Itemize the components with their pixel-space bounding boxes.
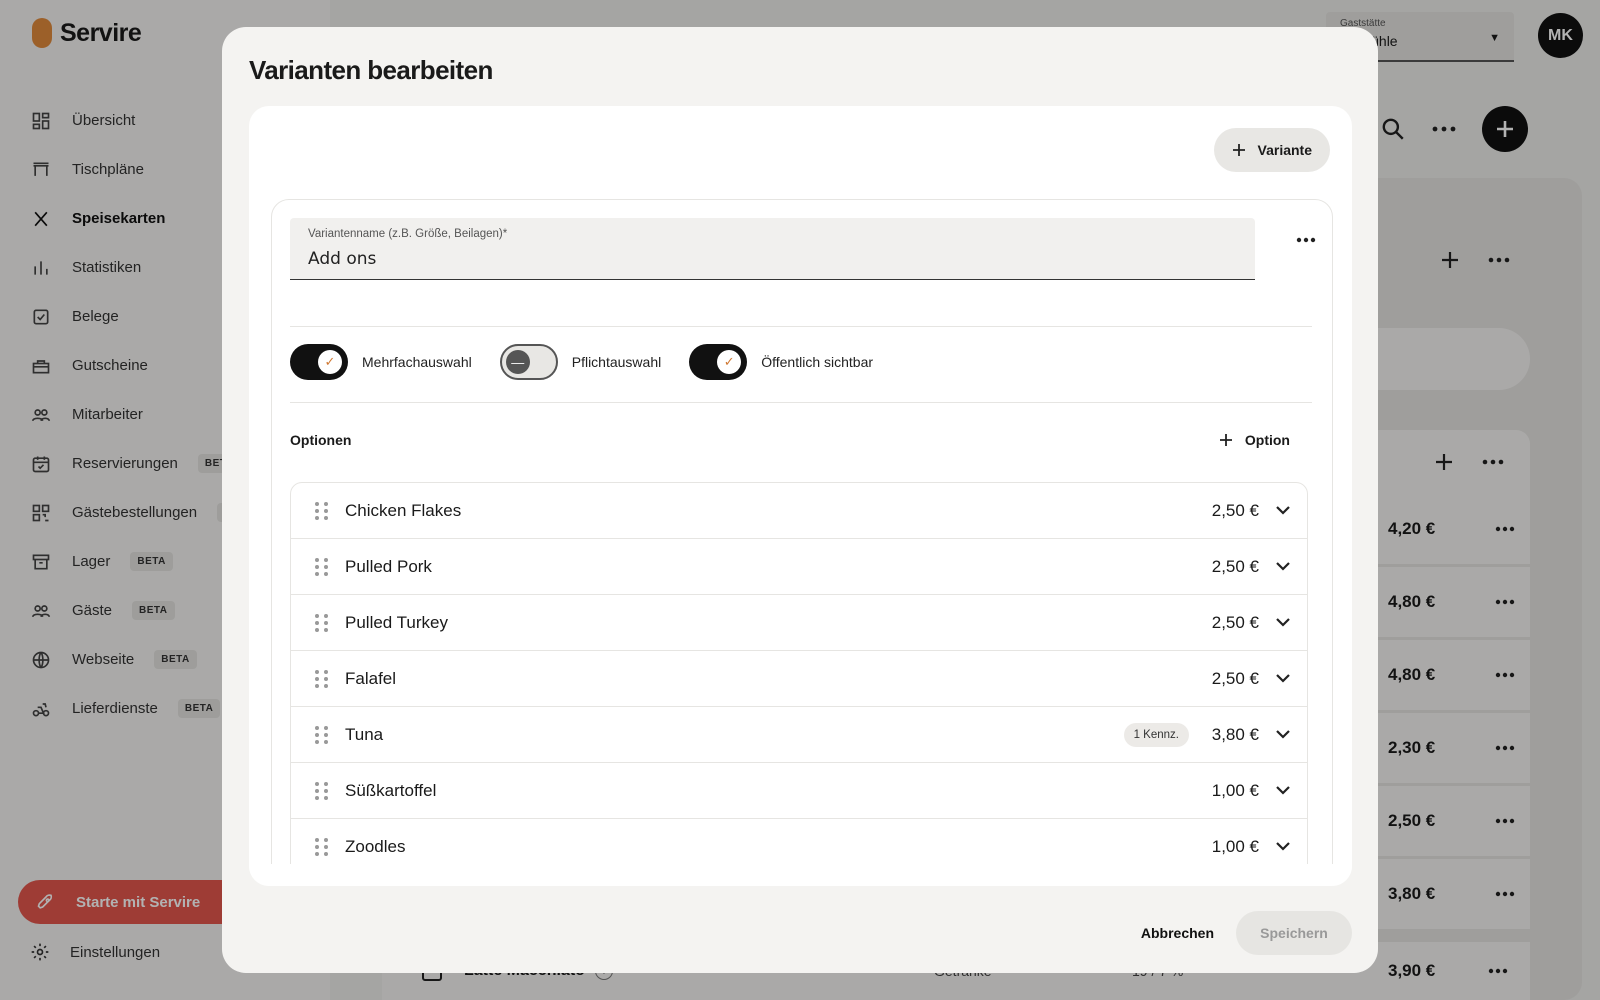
option-row[interactable]: Chicken Flakes 2,50 €: [291, 483, 1307, 539]
option-row[interactable]: Falafel 2,50 €: [291, 651, 1307, 707]
chevron-down-icon[interactable]: [1273, 557, 1293, 577]
chevron-down-icon[interactable]: [1273, 725, 1293, 745]
option-name: Pulled Pork: [345, 556, 432, 576]
options-header: Optionen Option: [290, 432, 1290, 448]
plus-icon: [1219, 434, 1232, 446]
chevron-down-icon[interactable]: [1273, 669, 1293, 689]
option-price: 2,50 €: [1211, 500, 1259, 520]
variant-toggles: ✓ Mehrfachauswahl — Pflichtauswahl ✓ Öffentli…: [290, 344, 901, 380]
drag-handle-icon[interactable]: [315, 781, 329, 800]
chevron-down-icon[interactable]: [1273, 837, 1293, 857]
option-name: Süßkartoffel: [345, 780, 437, 800]
more-horizontal-icon[interactable]: [1296, 236, 1316, 244]
toggle-label: Mehrfachauswahl: [362, 354, 472, 370]
variant-card: Variantenname (z.B. Größe, Beilagen)* Ad…: [271, 199, 1333, 886]
option-name: Zoodles: [345, 836, 406, 856]
drag-handle-icon[interactable]: [315, 725, 329, 744]
add-option-button[interactable]: Option: [1219, 432, 1290, 448]
dialog-body: Variante Variantenname (z.B. Größe, Beil…: [249, 106, 1352, 886]
toggle-label: Pflichtauswahl: [571, 354, 662, 370]
toggle-öffentlich-sichtbar: ✓ Öffentlich sichtbar: [689, 344, 873, 380]
option-price: 1,00 €: [1211, 836, 1259, 856]
option-price: 2,50 €: [1211, 668, 1259, 688]
options-title: Optionen: [290, 432, 352, 448]
option-name: Chicken Flakes: [345, 500, 462, 520]
toggle-pflichtauswahl: — Pflichtauswahl: [499, 344, 662, 380]
add-variant-button[interactable]: Variante: [1213, 128, 1330, 172]
option-badge: 1 Kennz.: [1123, 722, 1189, 747]
option-row[interactable]: Pulled Pork 2,50 €: [291, 539, 1307, 595]
toggle-switch[interactable]: ✓: [290, 344, 348, 380]
add-variant-label: Variante: [1257, 142, 1312, 158]
add-option-label: Option: [1244, 432, 1290, 448]
variant-name-field[interactable]: Variantenname (z.B. Größe, Beilagen)* Ad…: [290, 218, 1255, 280]
check-icon: ✓: [717, 350, 742, 374]
toggle-switch[interactable]: —: [499, 344, 558, 380]
toggle-switch[interactable]: ✓: [689, 344, 748, 380]
option-name: Pulled Turkey: [345, 612, 448, 632]
chevron-down-icon[interactable]: [1273, 781, 1293, 801]
variant-name-label: Variantenname (z.B. Größe, Beilagen)*: [308, 228, 508, 240]
divider: [290, 326, 1312, 327]
chevron-down-icon[interactable]: [1273, 613, 1293, 633]
dialog-title: Varianten bearbeiten: [249, 55, 493, 85]
option-row[interactable]: Pulled Turkey 2,50 €: [291, 595, 1307, 651]
variant-name-input[interactable]: Add ons: [308, 249, 1237, 269]
drag-handle-icon[interactable]: [315, 501, 329, 520]
option-name: Tuna: [345, 724, 384, 744]
option-price: 1,00 €: [1211, 780, 1259, 800]
options-list: Chicken Flakes 2,50 € Pulled Pork 2,50 € Pul…: [290, 482, 1308, 876]
plus-icon: [1232, 144, 1245, 156]
dialog-footer: Abbrechen Speichern: [1141, 911, 1352, 955]
edit-variants-dialog: Varianten bearbeiten Variante Variantenn…: [222, 27, 1378, 973]
minus-icon: —: [505, 350, 530, 374]
drag-handle-icon[interactable]: [315, 557, 329, 576]
toggle-label: Öffentlich sichtbar: [761, 354, 874, 370]
save-button[interactable]: Speichern: [1236, 911, 1352, 955]
option-price: 3,80 €: [1211, 724, 1259, 744]
toggle-mehrfachauswahl: ✓ Mehrfachauswahl: [290, 344, 472, 380]
option-price: 2,50 €: [1211, 612, 1259, 632]
cancel-button[interactable]: Abbrechen: [1141, 925, 1214, 941]
drag-handle-icon[interactable]: [315, 837, 329, 856]
option-price: 2,50 €: [1211, 556, 1259, 576]
scroll-fade: [249, 864, 1352, 886]
option-row[interactable]: Tuna 1 Kennz. 3,80 €: [291, 707, 1307, 763]
drag-handle-icon[interactable]: [315, 613, 329, 632]
chevron-down-icon[interactable]: [1273, 501, 1293, 521]
drag-handle-icon[interactable]: [315, 669, 329, 688]
divider: [290, 402, 1312, 403]
option-row[interactable]: Süßkartoffel 1,00 €: [291, 763, 1307, 819]
option-name: Falafel: [345, 668, 397, 688]
check-icon: ✓: [318, 350, 342, 374]
